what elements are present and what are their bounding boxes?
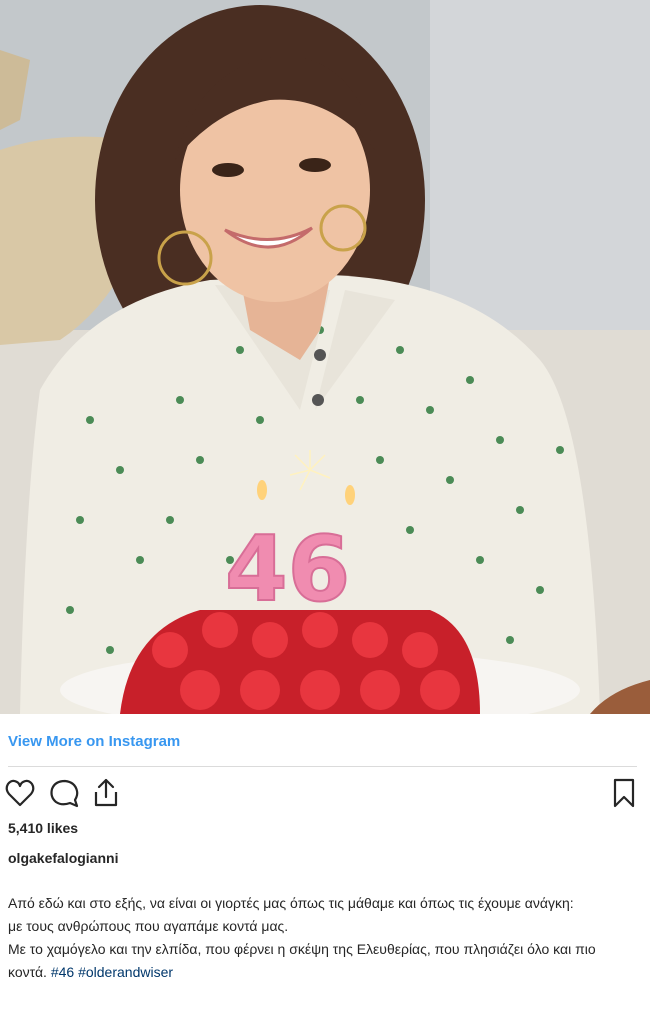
caption-line: Από εδώ και στο εξής, να είναι οι γιορτέ… [8,895,574,911]
caption-line-with-hashtags: Με το χαμόγελο και την ελπίδα, που φέρνε… [8,938,608,984]
caption-line: με τους ανθρώπους που αγαπάμε κοντά μας. [8,918,289,934]
post-username[interactable]: olgakefalogianni [8,850,118,866]
candle-numbers: 46 [225,517,350,622]
hashtag-olderandwiser[interactable]: #olderandwiser [78,964,173,980]
post-caption: Από εδώ και στο εξής, να είναι οι γιορτέ… [8,892,608,984]
post-actions-bar [4,777,640,811]
hashtag-46[interactable]: #46 [51,964,74,980]
divider [8,766,637,767]
share-icon[interactable] [90,777,122,809]
post-photo[interactable]: 46 [0,0,650,714]
bookmark-icon[interactable] [608,777,640,809]
heart-icon[interactable] [4,777,36,809]
comment-icon[interactable] [48,777,80,809]
birthday-photo-illustration: 46 [0,0,650,714]
view-more-on-instagram-link[interactable]: View More on Instagram [8,733,180,750]
likes-count[interactable]: 5,410 likes [8,820,78,836]
